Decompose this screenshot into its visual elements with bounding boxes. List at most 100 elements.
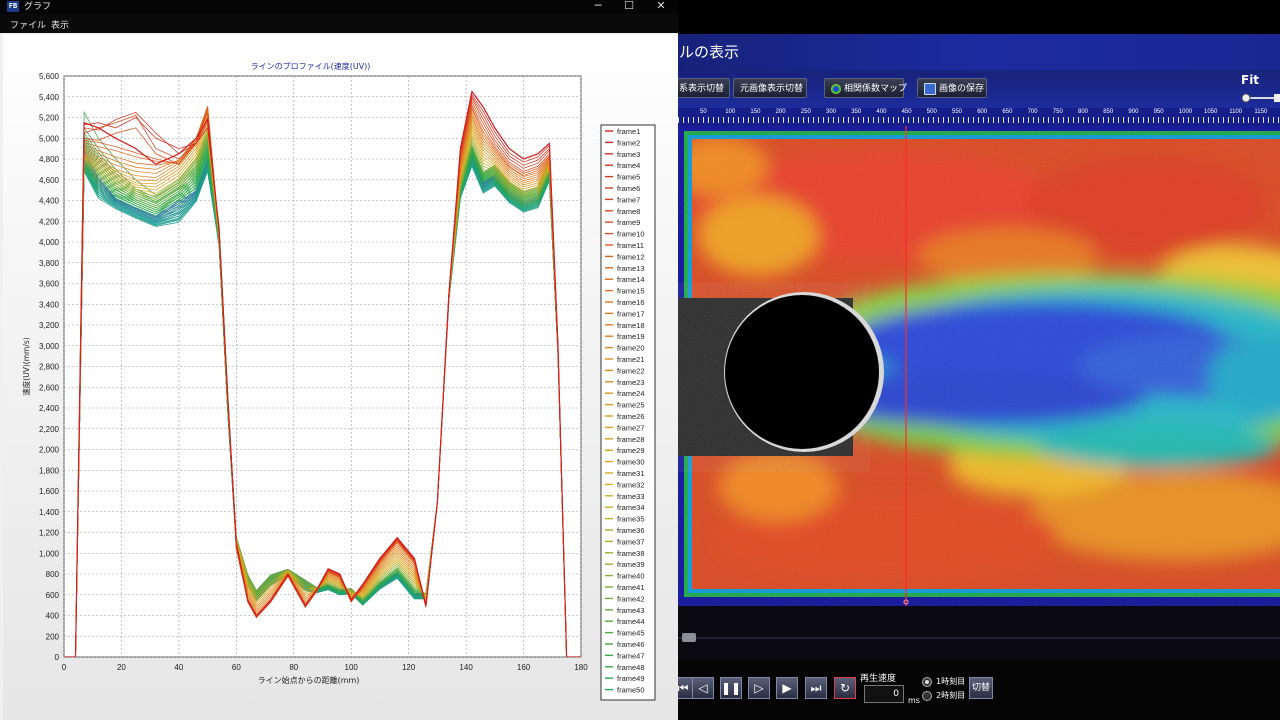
legend-entry: frame16 [617,298,645,307]
x-tick-label: 20 [117,663,126,672]
legend-entry: frame20 [617,344,645,353]
close-button[interactable]: ✕ [646,0,676,13]
zoom-slider[interactable] [1242,93,1280,103]
speed-unit: ms [908,696,920,705]
legend-entry: frame14 [617,275,645,284]
legend-entry: frame18 [617,321,645,330]
time2-radio[interactable] [922,691,932,701]
toggle-original-label: 元画像表示切替 [740,84,804,94]
last-frame-button[interactable]: ⏭ [805,677,827,699]
correlation-map-button[interactable]: 相関係数マップ [824,78,908,98]
correlation-map-label: 相関係数マップ [844,84,908,94]
loop-button[interactable]: ↻ [834,677,856,699]
save-image-button[interactable]: 画像の保存 [917,78,987,98]
y-tick-label: 3,600 [39,280,60,289]
ruler-tick-label: 200 [775,109,786,115]
menu-file[interactable]: ファイル [10,18,46,31]
x-tick-label: 80 [289,663,298,672]
ruler: 50 100 150 200 250 300 350 400 450 500 550 600 650 70… [678,108,1280,126]
y-tick-label: 5,600 [39,72,60,81]
legend-entry: frame38 [617,549,645,558]
x-tick-label: 120 [402,663,416,672]
y-tick-label: 400 [46,612,60,621]
legend-entry: frame21 [617,355,645,364]
legend-entry: frame19 [617,332,645,341]
legend-entry: frame1 [617,127,640,136]
graph-window: FB グラフ ─ ☐ ✕ ファイル 表示 0 200 400 600 800 1,000 1… [0,0,678,720]
seek-slider[interactable] [678,606,1280,660]
menu-view[interactable]: 表示 [51,18,69,31]
play-icon: ▶ [782,681,792,695]
y-tick-label: 5,000 [39,134,60,143]
ruler-tick-label: 1100 [1229,109,1243,115]
ruler-tick-label: 1000 [1178,109,1193,115]
legend-entry: frame48 [617,663,645,672]
y-tick-label: 200 [46,632,60,641]
play-button[interactable]: ▶ [776,677,798,699]
ruler-tick-label: 50 [700,109,707,115]
switch-button[interactable]: 切替 [969,677,993,699]
legend-entry: frame35 [617,515,645,524]
ruler-tick-label: 1050 [1204,109,1218,115]
step-back-button[interactable]: ◁ [692,677,714,699]
save-icon [924,82,936,95]
y-tick-label: 4,400 [39,197,60,206]
legend-entry: frame34 [617,503,645,512]
legend-entry: frame37 [617,537,645,546]
pause-button[interactable]: ❚❚ [720,677,742,699]
x-axis-label: ライン始点からの距離(mm) [258,675,360,685]
legend-entry: frame23 [617,378,645,387]
viewer-window: ルの表示 系表示切替 元画像表示切替 相関係数マップ 画像の保存 Fit 50 1… [678,0,1280,720]
speed-label: 再生速度 [860,674,897,684]
legend-entry: frame27 [617,423,645,432]
legend-entry: frame7 [617,195,640,204]
fit-button[interactable]: Fit [1241,73,1259,87]
skip-last-icon: ⏭ [810,681,822,695]
speed-input[interactable]: 0 [864,685,904,703]
legend-entry: frame43 [617,606,645,615]
legend-entry: frame8 [617,207,640,216]
velocity-field-canvas [678,126,1280,606]
y-tick-label: 4,000 [39,238,60,247]
maximize-button[interactable]: ☐ [614,0,644,13]
toggle-original-button[interactable]: 元画像表示切替 [733,78,807,98]
legend-entry: frame22 [617,366,645,375]
legend-entry: frame45 [617,629,645,638]
y-tick-label: 3,800 [39,259,60,268]
ruler-tick-label: 400 [876,109,887,115]
y-tick-label: 4,600 [39,176,60,185]
x-tick-label: 160 [517,663,531,672]
legend-entry: frame33 [617,492,645,501]
legend-entry: frame44 [617,617,645,626]
title-bar: FB グラフ ─ ☐ ✕ [0,0,678,14]
toggle-display-button[interactable]: 系表示切替 [678,78,730,98]
ruler-tick-label: 300 [826,109,837,115]
legend-entry: frame42 [617,594,645,603]
time1-label: 1時刻目 [936,677,966,686]
x-tick-label: 180 [574,663,588,672]
legend-entry: frame40 [617,572,645,581]
step-forward-button[interactable]: ▷ [748,677,770,699]
legend-entry: frame31 [617,469,645,478]
y-tick-label: 2,000 [39,446,60,455]
y-tick-label: 2,800 [39,363,60,372]
time1-radio[interactable] [922,677,932,687]
plot-panel: 0 200 400 600 800 1,000 1,200 1,400 1,600 1,800 2,… [3,34,678,720]
y-tick-label: 1,800 [39,466,60,475]
velocity-image[interactable] [678,126,1280,606]
y-tick-label: 2,200 [39,425,60,434]
minimize-button[interactable]: ─ [583,0,613,13]
ruler-tick-label: 750 [1052,109,1063,115]
loop-icon: ↻ [839,681,851,695]
legend-entry: frame26 [617,412,645,421]
ruler-tick-label: 950 [1153,109,1164,115]
y-tick-label: 5,200 [39,114,60,123]
legend-entry: frame24 [617,389,645,398]
y-tick-label: 600 [46,591,60,600]
legend-entry: frame25 [617,401,645,410]
ruler-scale [678,117,1280,123]
legend-entry: frame13 [617,264,645,273]
window-title: グラフ [24,2,52,12]
legend-entry: frame46 [617,640,645,649]
legend-entry: frame29 [617,446,645,455]
